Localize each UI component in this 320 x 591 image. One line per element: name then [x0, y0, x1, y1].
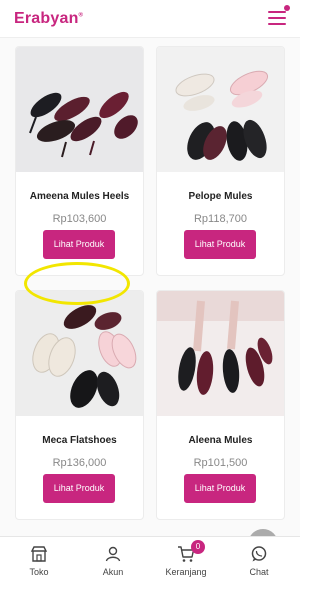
product-price: Rp103,600: [52, 213, 107, 225]
view-product-button[interactable]: Lihat Produk: [184, 230, 256, 259]
brand-registered-mark: ®: [78, 12, 84, 19]
nav-item-keranjang[interactable]: Keranjang 0: [156, 540, 216, 577]
view-product-button[interactable]: Lihat Produk: [43, 230, 115, 259]
bottom-nav: Toko Akun Keranjang 0 Chat: [0, 536, 300, 591]
nav-item-label: Keranjang: [165, 567, 207, 577]
nav-item-chat[interactable]: Chat: [229, 545, 289, 577]
nav-item-toko[interactable]: Toko: [9, 545, 69, 577]
brand-logo[interactable]: Erabyan®: [14, 10, 83, 28]
chat-icon: [251, 546, 267, 562]
nav-item-label: Akun: [102, 567, 124, 577]
nav-item-label: Toko: [29, 567, 49, 577]
product-price: Rp136,000: [52, 457, 107, 469]
product-image[interactable]: [157, 291, 284, 416]
nav-item-akun[interactable]: Akun: [83, 545, 143, 577]
product-grid: Ameena Mules Heels Rp103,600 Lihat Produ…: [0, 38, 300, 559]
view-product-button[interactable]: Lihat Produk: [184, 474, 256, 503]
product-card[interactable]: Ameena Mules Heels Rp103,600 Lihat Produ…: [15, 46, 144, 276]
product-card[interactable]: Meca Flatshoes Rp136,000 Lihat Produk: [15, 290, 144, 520]
product-image[interactable]: [16, 47, 143, 172]
product-image[interactable]: [16, 291, 143, 416]
brand-name: Erabyan: [14, 10, 79, 27]
product-name: Pelope Mules: [188, 191, 253, 202]
product-name: Ameena Mules Heels: [29, 191, 130, 202]
top-header: Erabyan®: [0, 0, 300, 38]
store-icon: [30, 546, 48, 562]
user-icon: [105, 546, 121, 562]
product-price: Rp118,700: [193, 213, 247, 225]
cart-count-badge: 0: [191, 540, 205, 554]
product-image[interactable]: [157, 47, 284, 172]
view-product-button[interactable]: Lihat Produk: [43, 474, 115, 503]
product-card[interactable]: Aleena Mules Rp101,500 Lihat Produk: [156, 290, 285, 520]
product-name: Meca Flatshoes: [42, 435, 117, 446]
nav-item-label: Chat: [249, 567, 269, 577]
hamburger-icon[interactable]: [268, 11, 286, 25]
product-price: Rp101,500: [193, 457, 248, 469]
product-name: Aleena Mules: [188, 435, 253, 446]
product-card[interactable]: Pelope Mules Rp118,700 Lihat Produk: [156, 46, 285, 276]
